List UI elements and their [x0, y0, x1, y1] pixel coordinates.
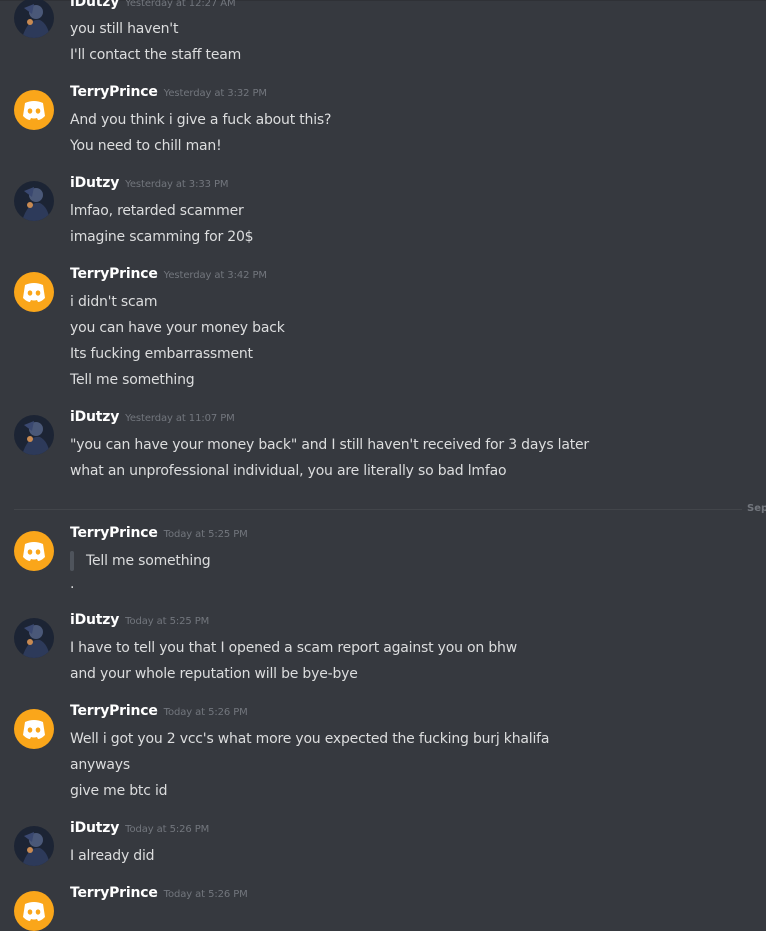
message-text: i didn't scam	[70, 294, 158, 310]
message-text: give me btc id	[70, 783, 168, 799]
timestamp: Yesterday at 3:32 PM	[163, 88, 267, 99]
author-name[interactable]: iDutzy	[70, 820, 119, 836]
author-name[interactable]: TerryPrince	[70, 84, 158, 100]
message-header: TerryPrince Yesterday at 3:42 PM	[70, 263, 267, 283]
author-name[interactable]: iDutzy	[70, 0, 119, 10]
avatar-terryprince[interactable]	[14, 531, 54, 571]
author-name[interactable]: iDutzy	[70, 612, 119, 628]
timestamp: Today at 5:26 PM	[125, 824, 210, 835]
message-text: .	[70, 576, 75, 592]
timestamp: Yesterday at 3:42 PM	[163, 270, 267, 281]
author-name[interactable]: TerryPrince	[70, 703, 158, 719]
timestamp: Today at 5:26 PM	[163, 889, 248, 900]
author-name[interactable]: TerryPrince	[70, 525, 158, 541]
message-text: what an unprofessional individual, you a…	[70, 463, 507, 479]
message-header: TerryPrince Yesterday at 3:32 PM	[70, 81, 267, 101]
message-text: Well i got you 2 vcc's what more you exp…	[70, 731, 550, 747]
discord-logo-icon	[14, 90, 54, 130]
message-text: anyways	[70, 757, 130, 773]
author-name[interactable]: iDutzy	[70, 175, 119, 191]
timestamp: Yesterday at 12:27 AM	[125, 0, 236, 9]
discord-logo-icon	[14, 709, 54, 749]
message-text: I'll contact the staff team	[70, 47, 242, 63]
message-header: TerryPrince Today at 5:25 PM	[70, 522, 248, 542]
avatar-terryprince[interactable]	[14, 90, 54, 130]
message-text: I already did	[70, 848, 155, 864]
message-header: iDutzy Yesterday at 12:27 AM	[70, 0, 236, 11]
avatar-idutzy[interactable]	[14, 618, 54, 658]
message-header: TerryPrince Today at 5:26 PM	[70, 882, 248, 902]
date-divider	[14, 509, 742, 510]
author-name[interactable]: iDutzy	[70, 409, 119, 425]
message-text: you can have your money back	[70, 320, 285, 336]
avatar-idutzy[interactable]	[14, 181, 54, 221]
author-name[interactable]: TerryPrince	[70, 266, 158, 282]
blockquote-text: Tell me something	[86, 553, 211, 569]
discord-logo-icon	[14, 272, 54, 312]
timestamp: Yesterday at 11:07 PM	[125, 413, 235, 424]
blockquote-bar	[70, 551, 74, 571]
avatar-terryprince[interactable]	[14, 272, 54, 312]
message-text: imagine scamming for 20$	[70, 229, 254, 245]
timestamp: Today at 5:25 PM	[163, 529, 248, 540]
message-header: iDutzy Today at 5:25 PM	[70, 609, 209, 629]
message-text: you still haven't	[70, 21, 179, 37]
avatar-terryprince[interactable]	[14, 709, 54, 749]
message-text: You need to chill man!	[70, 138, 222, 154]
discord-logo-icon	[14, 891, 54, 931]
message-text: I have to tell you that I opened a scam …	[70, 640, 517, 656]
author-name[interactable]: TerryPrince	[70, 885, 158, 901]
timestamp: Today at 5:26 PM	[163, 707, 248, 718]
message-header: iDutzy Today at 5:26 PM	[70, 817, 209, 837]
timestamp: Yesterday at 3:33 PM	[125, 179, 229, 190]
message-text: And you think i give a fuck about this?	[70, 112, 332, 128]
message-header: TerryPrince Today at 5:26 PM	[70, 700, 248, 720]
avatar-idutzy[interactable]	[14, 0, 54, 38]
message-text: Tell me something	[70, 372, 195, 388]
avatar-idutzy[interactable]	[14, 415, 54, 455]
message-text: Its fucking embarrassment	[70, 346, 253, 362]
discord-logo-icon	[14, 531, 54, 571]
message-text: and your whole reputation will be bye-by…	[70, 666, 358, 682]
message-header: iDutzy Yesterday at 11:07 PM	[70, 406, 235, 426]
date-divider-label: Sep	[747, 503, 766, 514]
message-text: lmfao, retarded scammer	[70, 203, 244, 219]
message-text: "you can have your money back" and I sti…	[70, 437, 589, 453]
message-header: iDutzy Yesterday at 3:33 PM	[70, 172, 229, 192]
avatar-idutzy[interactable]	[14, 826, 54, 866]
timestamp: Today at 5:25 PM	[125, 616, 210, 627]
avatar-terryprince[interactable]	[14, 891, 54, 931]
